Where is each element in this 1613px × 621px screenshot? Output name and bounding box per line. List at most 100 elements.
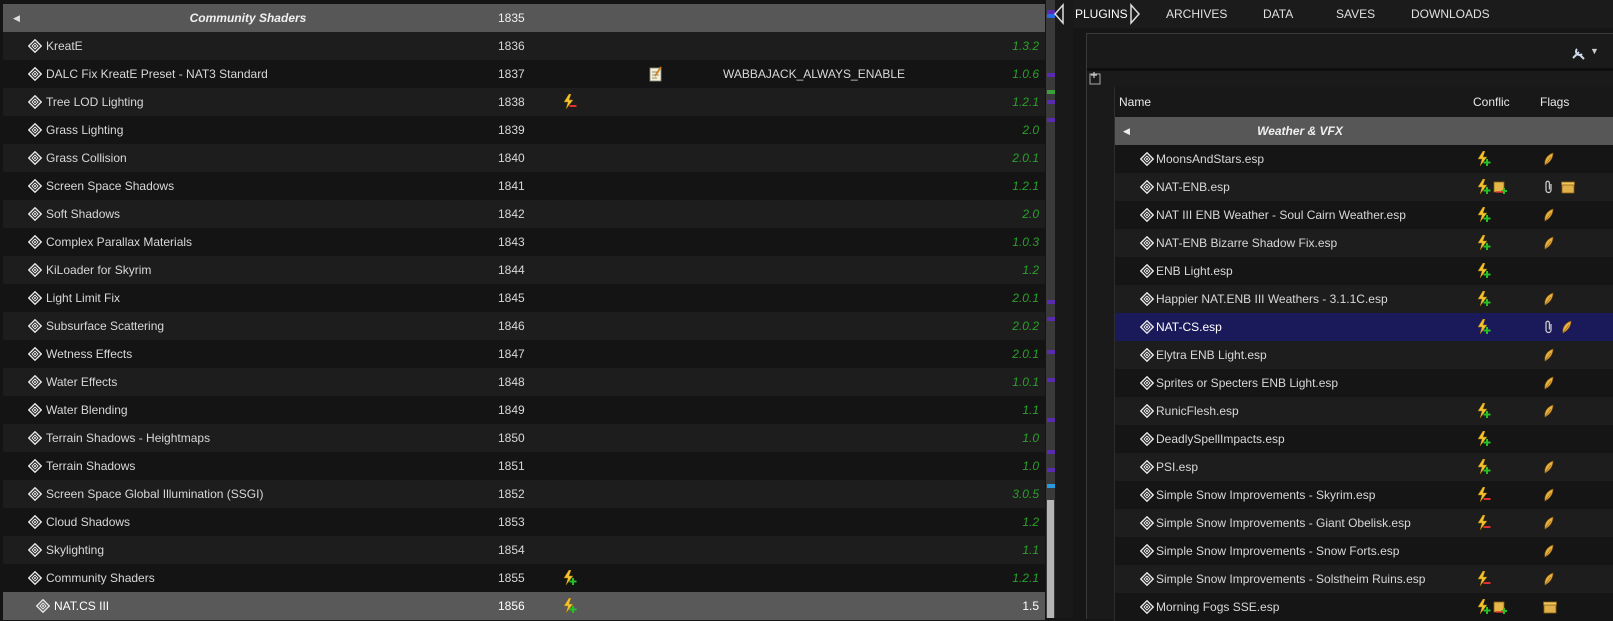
plugin-checkbox-icon[interactable] [1140,572,1154,586]
conflict-overwritten-icon [563,94,579,110]
mod-row[interactable]: Wetness Effects 1847 2.0.1 [3,340,1045,368]
mod-row[interactable]: Complex Parallax Materials 1843 1.0.3 [3,228,1045,256]
mod-checkbox-icon[interactable] [28,319,42,333]
plugin-checkbox-icon[interactable] [1140,432,1154,446]
plugin-separator-row[interactable]: ◀ Weather & VFX [1115,117,1613,145]
mod-row[interactable]: KreatE 1836 1.3.2 [3,32,1045,60]
plugin-row[interactable]: NAT-ENB Bizarre Shadow Fix.esp [1115,229,1613,257]
mod-row[interactable]: NAT.CS III 1856 1.5 [3,592,1045,620]
plugin-checkbox-icon[interactable] [1140,404,1154,418]
panel-splitter[interactable] [1055,0,1073,618]
plugin-checkbox-icon[interactable] [1140,460,1154,474]
mod-checkbox-icon[interactable] [36,599,50,613]
plugin-checkbox-icon[interactable] [1140,544,1154,558]
collapse-triangle-icon[interactable]: ◀ [13,4,20,32]
mod-checkbox-icon[interactable] [28,67,42,81]
plugin-checkbox-icon[interactable] [1140,264,1154,278]
mod-checkbox-icon[interactable] [28,95,42,109]
mod-checkbox-icon[interactable] [28,431,42,445]
plugin-checkbox-icon[interactable] [1140,180,1154,194]
mod-checkbox-icon[interactable] [28,459,42,473]
mod-row[interactable]: Grass Lighting 1839 2.0 [3,116,1045,144]
plugin-row[interactable]: PSI.esp [1115,453,1613,481]
mod-row[interactable]: KiLoader for Skyrim 1844 1.2 [3,256,1045,284]
plugin-row[interactable]: Simple Snow Improvements - Giant Obelisk… [1115,509,1613,537]
plugin-checkbox-icon[interactable] [1140,152,1154,166]
plugin-row[interactable]: RunicFlesh.esp [1115,397,1613,425]
mod-checkbox-icon[interactable] [28,347,42,361]
column-header-name[interactable]: Name [1119,87,1151,117]
scrollbar-thumb[interactable] [1047,500,1054,618]
mod-checkbox-icon[interactable] [28,123,42,137]
mod-row[interactable]: Subsurface Scattering 1846 2.0.2 [3,312,1045,340]
mod-row[interactable]: Water Effects 1848 1.0.1 [3,368,1045,396]
mod-row[interactable]: Skylighting 1854 1.1 [3,536,1045,564]
plugin-row[interactable]: NAT-ENB.esp [1115,173,1613,201]
mod-row[interactable]: DALC Fix KreatE Preset - NAT3 Standard 18… [3,60,1045,88]
mod-row[interactable]: Terrain Shadows 1851 1.0 [3,452,1045,480]
tab-data[interactable]: DATA [1263,0,1293,28]
plugin-row[interactable]: NAT III ENB Weather - Soul Cairn Weather… [1115,201,1613,229]
mod-checkbox-icon[interactable] [28,291,42,305]
plugin-checkbox-icon[interactable] [1140,320,1154,334]
tab-saves[interactable]: SAVES [1336,0,1375,28]
sort-settings-icon[interactable] [1088,70,1104,86]
plugin-name: RunicFlesh.esp [1156,404,1239,418]
mod-checkbox-icon[interactable] [28,543,42,557]
mod-checkbox-icon[interactable] [28,235,42,249]
tab-archives[interactable]: ARCHIVES [1166,0,1227,28]
plugin-checkbox-icon[interactable] [1140,348,1154,362]
column-header-conflicts[interactable]: Conflic [1473,87,1510,117]
tab-scroll-left-icon[interactable] [1053,3,1065,25]
mod-priority: 1844 [498,263,525,277]
mod-row[interactable]: Screen Space Global Illumination (SSGI) 1… [3,480,1045,508]
plugin-row[interactable]: Simple Snow Improvements - Solstheim Rui… [1115,565,1613,593]
mod-row[interactable]: Community Shaders 1855 1.2.1 [3,564,1045,592]
plugin-checkbox-icon[interactable] [1140,488,1154,502]
plugin-row[interactable]: Sprites or Specters ENB Light.esp [1115,369,1613,397]
mod-checkbox-icon[interactable] [28,263,42,277]
tab-scroll-right-icon[interactable] [1129,3,1141,25]
plugin-row[interactable]: Simple Snow Improvements - Skyrim.esp [1115,481,1613,509]
plugin-checkbox-icon[interactable] [1140,376,1154,390]
plugin-checkbox-icon[interactable] [1140,292,1154,306]
mod-row[interactable]: Water Blending 1849 1.1 [3,396,1045,424]
plugin-row[interactable]: Morning Fogs SSE.esp [1115,593,1613,621]
mod-checkbox-icon[interactable] [28,179,42,193]
mod-checkbox-icon[interactable] [28,515,42,529]
plugin-row[interactable]: Happier NAT.ENB III Weathers - 3.1.1C.es… [1115,285,1613,313]
tab-plugins[interactable]: PLUGINS [1075,0,1128,28]
plugin-row[interactable]: Elytra ENB Light.esp [1115,341,1613,369]
plugin-checkbox-icon[interactable] [1140,600,1154,614]
mod-row[interactable]: Light Limit Fix 1845 2.0.1 [3,284,1045,312]
tools-dropdown-icon[interactable]: ▼ [1590,46,1599,56]
mod-checkbox-icon[interactable] [28,487,42,501]
plugin-checkbox-icon[interactable] [1140,208,1154,222]
plugin-row[interactable]: Simple Snow Improvements - Snow Forts.es… [1115,537,1613,565]
mod-row[interactable]: Grass Collision 1840 2.0.1 [3,144,1045,172]
mod-priority: 1845 [498,291,525,305]
collapse-triangle-icon[interactable]: ◀ [1123,117,1130,145]
mod-checkbox-icon[interactable] [28,151,42,165]
separator-row[interactable]: ◀ Community Shaders 1835 [3,4,1045,32]
tab-downloads[interactable]: DOWNLOADS [1411,0,1490,28]
plugin-row[interactable]: ENB Light.esp [1115,257,1613,285]
mod-checkbox-icon[interactable] [28,571,42,585]
plugin-row[interactable]: NAT-CS.esp [1115,313,1613,341]
mod-row[interactable]: Tree LOD Lighting 1838 1.2.1 [3,88,1045,116]
plugin-row[interactable]: DeadlySpellImpacts.esp [1115,425,1613,453]
plugin-checkbox-icon[interactable] [1140,516,1154,530]
tools-icon[interactable] [1571,46,1585,60]
mod-checkbox-icon[interactable] [28,39,42,53]
mod-version: 1.0.6 [1012,67,1039,81]
mod-checkbox-icon[interactable] [28,207,42,221]
mod-row[interactable]: Terrain Shadows - Heightmaps 1850 1.0 [3,424,1045,452]
mod-row[interactable]: Soft Shadows 1842 2.0 [3,200,1045,228]
mod-row[interactable]: Cloud Shadows 1853 1.2 [3,508,1045,536]
mod-checkbox-icon[interactable] [28,403,42,417]
plugin-row[interactable]: MoonsAndStars.esp [1115,145,1613,173]
mod-row[interactable]: Screen Space Shadows 1841 1.2.1 [3,172,1045,200]
plugin-checkbox-icon[interactable] [1140,236,1154,250]
mod-checkbox-icon[interactable] [28,375,42,389]
column-header-flags[interactable]: Flags [1540,87,1569,117]
